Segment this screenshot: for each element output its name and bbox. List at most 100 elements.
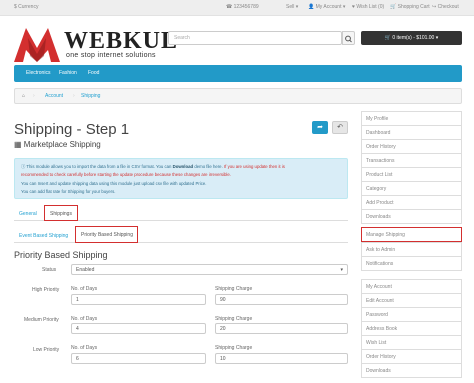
tab-shippings[interactable]: Shippings bbox=[44, 205, 78, 221]
sidebar-item-my-profile[interactable]: My Profile bbox=[361, 111, 462, 126]
medium-priority-label: Medium Priority bbox=[24, 317, 59, 323]
webkul-logo-icon[interactable] bbox=[14, 28, 60, 62]
sidebar-item-transactions[interactable]: Transactions bbox=[361, 153, 462, 168]
sidebar-item-order-history[interactable]: Order History bbox=[361, 139, 462, 154]
subtab-priority-based[interactable]: Priority Based Shipping bbox=[75, 226, 138, 243]
menu-item-fashion[interactable]: Fashion bbox=[59, 70, 77, 76]
high-priority-label: High Priority bbox=[32, 287, 60, 293]
wishlist-link[interactable]: ♥ Wish List (0) bbox=[352, 4, 384, 10]
tab-general[interactable]: General bbox=[19, 211, 37, 217]
status-select[interactable]: Enabled ▾ bbox=[71, 264, 348, 275]
shopping-cart-label: Shopping Cart bbox=[397, 4, 430, 10]
checkout-link[interactable]: ↪ Checkout bbox=[432, 4, 459, 10]
search-placeholder: Search bbox=[174, 35, 190, 41]
sidebar-item-dashboard[interactable]: Dashboard bbox=[361, 125, 462, 140]
days-label: No. of Days bbox=[71, 316, 98, 322]
high-priority-days-input[interactable]: 1 bbox=[71, 294, 206, 305]
sidebar-item-notifications[interactable]: Notifications bbox=[361, 256, 462, 271]
sidebar-item-downloads[interactable]: Downloads bbox=[361, 209, 462, 224]
search-button[interactable] bbox=[342, 31, 355, 45]
sidebar-label: Manage Shipping bbox=[366, 232, 405, 238]
sidebar-item-manage-shipping[interactable]: Manage Shipping bbox=[361, 227, 462, 242]
sidebar-label: Add Product bbox=[366, 200, 394, 206]
sidebar-label: Dashboard bbox=[366, 130, 391, 136]
my-account-dropdown[interactable]: 👤 My Account ▾ bbox=[308, 4, 345, 10]
home-icon[interactable]: ⌂ bbox=[22, 93, 25, 99]
medium-priority-days-input[interactable]: 4 bbox=[71, 323, 206, 334]
download-link[interactable]: Download bbox=[173, 164, 194, 169]
section-title: Priority Based Shipping bbox=[14, 250, 108, 260]
low-priority-days-value: 6 bbox=[76, 356, 79, 362]
days-label: No. of Days bbox=[71, 345, 98, 351]
alert-warning-text: If you are using update then it is bbox=[223, 164, 285, 169]
wishlist-label: Wish List (0) bbox=[356, 4, 385, 10]
sidebar-label: Notifications bbox=[366, 261, 394, 267]
medium-priority-charge-value: 20 bbox=[220, 326, 226, 332]
brand-name: WEBKUL bbox=[64, 28, 179, 54]
menu-item-electronics[interactable]: Electronics bbox=[26, 70, 50, 76]
sell-dropdown[interactable]: Sell ▾ bbox=[286, 4, 298, 10]
subtab-priority-label: Priority Based Shipping bbox=[81, 232, 133, 238]
alert-line-1: ⓘ This module allows you to import the d… bbox=[21, 164, 285, 169]
sidebar-label: Downloads bbox=[366, 368, 391, 374]
phone-link[interactable]: ☎ 123456789 bbox=[226, 4, 259, 10]
medium-priority-charge-input[interactable]: 20 bbox=[215, 323, 348, 334]
high-priority-days-value: 1 bbox=[76, 297, 79, 303]
low-priority-days-input[interactable]: 6 bbox=[71, 353, 206, 364]
continue-button[interactable]: ➦ bbox=[312, 121, 328, 134]
search-icon bbox=[345, 35, 352, 43]
sidebar-item-order-history-2[interactable]: Order History bbox=[361, 349, 462, 364]
sell-label: Sell bbox=[286, 4, 295, 10]
page-subtitle: ▦ Marketplace Shipping bbox=[14, 140, 101, 149]
days-label: No. of Days bbox=[71, 286, 98, 292]
brand-tagline: one stop internet solutions bbox=[66, 52, 156, 59]
sidebar-label: Product List bbox=[366, 172, 393, 178]
sidebar-item-password[interactable]: Password bbox=[361, 307, 462, 322]
low-priority-charge-input[interactable]: 10 bbox=[215, 353, 348, 364]
search-input[interactable]: Search bbox=[168, 31, 342, 45]
high-priority-charge-input[interactable]: 90 bbox=[215, 294, 348, 305]
sidebar-item-ask-to-admin[interactable]: Ask to Admin bbox=[361, 242, 462, 257]
sidebar-item-category[interactable]: Category bbox=[361, 181, 462, 196]
breadcrumb-account[interactable]: Account bbox=[45, 93, 63, 99]
sidebar-label: Order History bbox=[366, 144, 396, 150]
subtabs-divider bbox=[14, 242, 348, 243]
breadcrumb: ⌂ › Account › Shipping bbox=[14, 88, 462, 104]
sidebar-label: My Account bbox=[366, 284, 392, 290]
low-priority-label: Low Priority bbox=[33, 347, 60, 353]
currency-dropdown[interactable]: $ Currency bbox=[14, 4, 38, 10]
back-button[interactable]: ↶ bbox=[332, 121, 348, 134]
reply-icon: ↶ bbox=[337, 124, 343, 131]
sidebar-item-address-book[interactable]: Address Book bbox=[361, 321, 462, 336]
alert-line-2: recommended to check carefully before st… bbox=[21, 172, 231, 177]
cart-summary: 0 item(s) - $101.00 bbox=[392, 35, 435, 41]
shopping-cart-link[interactable]: 🛒 Shopping Cart bbox=[390, 4, 430, 10]
sidebar-item-add-product[interactable]: Add Product bbox=[361, 195, 462, 210]
sidebar-label: Wish List bbox=[366, 340, 387, 346]
sidebar-item-product-list[interactable]: Product List bbox=[361, 167, 462, 182]
cart-button[interactable]: 🛒 0 item(s) - $101.00 ▾ bbox=[361, 31, 462, 45]
breadcrumb-shipping[interactable]: Shipping bbox=[81, 93, 100, 99]
sidebar-item-my-account[interactable]: My Account bbox=[361, 279, 462, 294]
low-priority-charge-value: 10 bbox=[220, 356, 226, 362]
sidebar-label: Order History bbox=[366, 354, 396, 360]
sidebar-label: Edit Account bbox=[366, 298, 394, 304]
status-label: Status bbox=[42, 267, 57, 273]
subtab-event-based[interactable]: Event Based Shipping bbox=[19, 233, 68, 239]
alert-line-3: You can Insert and update shipping data … bbox=[21, 181, 207, 186]
sidebar-item-downloads-2[interactable]: Downloads bbox=[361, 363, 462, 378]
alert-text-1a: This module allows you to import the dat… bbox=[26, 164, 172, 169]
page-title: Shipping - Step 1 bbox=[14, 121, 130, 138]
page-subtitle-text: Marketplace Shipping bbox=[23, 140, 101, 149]
sidebar-item-edit-account[interactable]: Edit Account bbox=[361, 293, 462, 308]
top-bar: $ Currency ☎ 123456789 Sell ▾ 👤 My Accou… bbox=[0, 0, 474, 16]
sidebar-item-wish-list[interactable]: Wish List bbox=[361, 335, 462, 350]
checkout-label: Checkout bbox=[437, 4, 459, 10]
breadcrumb-separator: › bbox=[33, 93, 35, 99]
medium-priority-days-value: 4 bbox=[76, 326, 79, 332]
info-alert: ⓘ This module allows you to import the d… bbox=[14, 158, 348, 199]
menu-item-food[interactable]: Food bbox=[88, 70, 99, 76]
main-menu: Electronics Fashion Food bbox=[14, 65, 462, 82]
sidebar-label: Password bbox=[366, 312, 388, 318]
phone-number: 123456789 bbox=[233, 4, 259, 10]
